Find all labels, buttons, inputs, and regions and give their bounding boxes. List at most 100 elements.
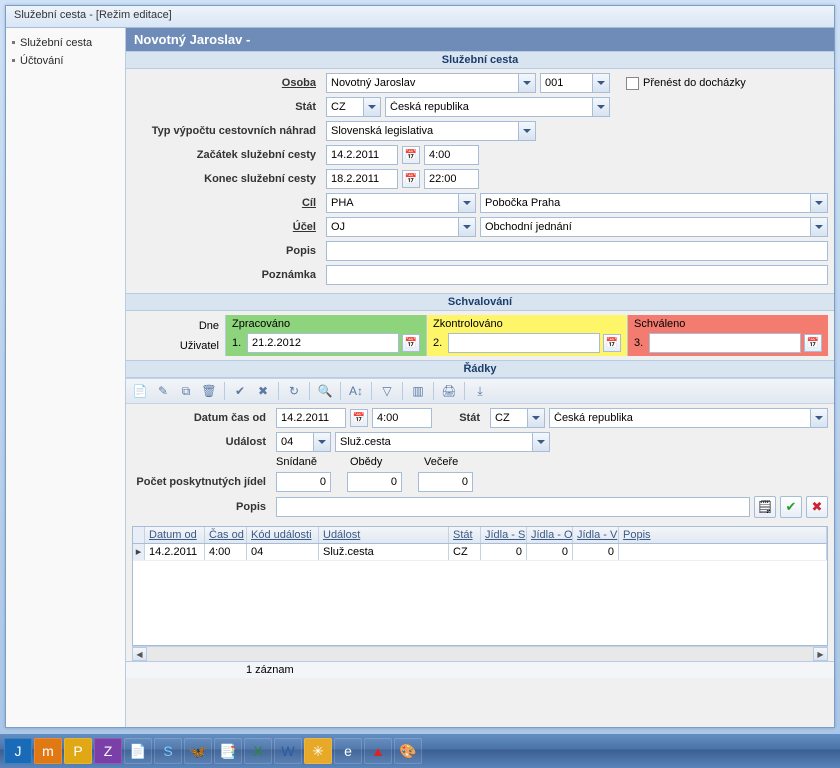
chevron-down-icon[interactable] — [363, 98, 380, 116]
col-datumod[interactable]: Datum od — [145, 527, 205, 543]
separator — [278, 382, 279, 400]
delete-icon[interactable]: 🗑 — [199, 381, 219, 401]
col-stat[interactable]: Stát — [449, 527, 481, 543]
chevron-down-icon[interactable] — [518, 74, 535, 92]
row-popis-input[interactable] — [276, 497, 750, 517]
popis-input[interactable] — [326, 241, 828, 261]
export-icon[interactable]: ⤓ — [470, 381, 490, 401]
stat-name-value: Česká republika — [550, 412, 810, 424]
approval-date-2[interactable] — [448, 333, 600, 353]
osoba-code-combo[interactable]: 001 — [540, 73, 610, 93]
taskbar-app-icon[interactable]: ✳ — [304, 738, 332, 764]
osoba-name-combo[interactable]: Novotný Jaroslav — [326, 73, 536, 93]
calendar-icon[interactable]: 📅 — [402, 170, 420, 188]
refresh-icon[interactable]: ↻ — [284, 381, 304, 401]
scroll-right-icon[interactable]: ▶ — [813, 647, 828, 661]
konec-time-input[interactable] — [424, 169, 479, 189]
zacatek-time-input[interactable] — [424, 145, 479, 165]
ucel-name-combo[interactable]: Obchodní jednání — [480, 217, 828, 237]
prenest-checkbox[interactable] — [626, 77, 639, 90]
konec-date-input[interactable] — [326, 169, 398, 189]
scroll-track[interactable] — [147, 647, 813, 661]
vecere-input[interactable] — [418, 472, 473, 492]
chevron-down-icon[interactable] — [810, 218, 827, 236]
taskbar-app-icon[interactable]: m — [34, 738, 62, 764]
edit-icon[interactable]: ✎ — [153, 381, 173, 401]
calendar-icon[interactable]: 📅 — [350, 409, 368, 427]
col-casod[interactable]: Čas od — [205, 527, 247, 543]
calendar-icon[interactable]: 📅 — [402, 146, 420, 164]
col-js[interactable]: Jídla - S — [481, 527, 527, 543]
cil-code-value: PHA — [327, 197, 458, 209]
taskbar-excel-icon[interactable]: X — [244, 738, 272, 764]
chevron-down-icon[interactable] — [313, 433, 330, 451]
table-row[interactable]: ▸ 14.2.2011 4:00 04 Služ.cesta CZ 0 0 0 — [133, 544, 827, 561]
copy-icon[interactable]: ⧉ — [176, 381, 196, 401]
calendar-icon[interactable]: 📅 — [603, 334, 621, 352]
chevron-down-icon[interactable] — [458, 218, 475, 236]
taskbar-app-icon[interactable]: J — [4, 738, 32, 764]
udalost-code-combo[interactable]: 04 — [276, 432, 331, 452]
taskbar-app-icon[interactable]: 📄 — [124, 738, 152, 764]
cil-code-combo[interactable]: PHA — [326, 193, 476, 213]
chevron-down-icon[interactable] — [592, 98, 609, 116]
sort-icon[interactable]: A↕ — [346, 381, 366, 401]
stat-code-combo[interactable]: CZ — [326, 97, 381, 117]
approval-date-1[interactable] — [247, 333, 399, 353]
udalost-name-combo[interactable]: Služ.cesta — [335, 432, 550, 452]
taskbar-app-icon[interactable]: P — [64, 738, 92, 764]
obedy-input[interactable] — [347, 472, 402, 492]
taskbar-app-icon[interactable]: 🦋 — [184, 738, 212, 764]
approval-num: 1. — [232, 337, 244, 349]
filter-icon[interactable]: ▽ — [377, 381, 397, 401]
print-icon[interactable]: 🖨 — [439, 381, 459, 401]
osoba-name-value: Novotný Jaroslav — [327, 77, 518, 89]
taskbar-app-icon[interactable]: 📑 — [214, 738, 242, 764]
calendar-icon[interactable]: 📅 — [804, 334, 822, 352]
chevron-down-icon[interactable] — [810, 194, 827, 212]
chevron-down-icon[interactable] — [592, 74, 609, 92]
calendar-icon[interactable]: 📅 — [402, 334, 420, 352]
row-stat-name-combo[interactable]: Česká republika — [549, 408, 828, 428]
search-icon[interactable]: 🔍 — [315, 381, 335, 401]
sidebar-item-sluzebni-cesta[interactable]: Služební cesta — [10, 34, 121, 52]
row-datum-input[interactable] — [276, 408, 346, 428]
taskbar-app-icon[interactable]: S — [154, 738, 182, 764]
col-udalost[interactable]: Událost — [319, 527, 449, 543]
cil-name-combo[interactable]: Pobočka Praha — [480, 193, 828, 213]
reject-icon[interactable]: ✖ — [806, 496, 828, 518]
scroll-left-icon[interactable]: ◀ — [132, 647, 147, 661]
taskbar-pdf-icon[interactable]: ▲ — [364, 738, 392, 764]
row-stat-code-combo[interactable]: CZ — [490, 408, 545, 428]
col-kod[interactable]: Kód události — [247, 527, 319, 543]
sidebar-item-uctovani[interactable]: Účtování — [10, 52, 121, 70]
h-scrollbar[interactable]: ◀ ▶ — [132, 646, 828, 661]
cancel-icon[interactable]: ✖ — [253, 381, 273, 401]
col-popis[interactable]: Popis — [619, 527, 827, 543]
stat-name-combo[interactable]: Česká republika — [385, 97, 610, 117]
approval-date-3[interactable] — [649, 333, 801, 353]
confirm-icon[interactable]: ✔ — [780, 496, 802, 518]
col-jo[interactable]: Jídla - O — [527, 527, 573, 543]
taskbar-app-icon[interactable]: 🎨 — [394, 738, 422, 764]
check-icon[interactable]: ✔ — [230, 381, 250, 401]
ucel-code-combo[interactable]: OJ — [326, 217, 476, 237]
chevron-down-icon[interactable] — [532, 433, 549, 451]
poznamka-input[interactable] — [326, 265, 828, 285]
zacatek-date-input[interactable] — [326, 145, 398, 165]
typvypoctu-combo[interactable]: Slovenská legislativa — [326, 121, 536, 141]
chevron-down-icon[interactable] — [518, 122, 535, 140]
chevron-down-icon[interactable] — [810, 409, 827, 427]
col-jv[interactable]: Jídla - V — [573, 527, 619, 543]
row-cas-input[interactable] — [372, 408, 432, 428]
chevron-down-icon[interactable] — [458, 194, 475, 212]
taskbar-word-icon[interactable]: W — [274, 738, 302, 764]
taskbar-app-icon[interactable]: Z — [94, 738, 122, 764]
columns-icon[interactable]: ▥ — [408, 381, 428, 401]
new-icon[interactable]: 📄 — [130, 381, 150, 401]
grid-header: Datum od Čas od Kód události Událost Stá… — [133, 527, 827, 544]
taskbar-ie-icon[interactable]: e — [334, 738, 362, 764]
chevron-down-icon[interactable] — [527, 409, 544, 427]
note-icon[interactable]: 🗒 — [754, 496, 776, 518]
snidane-input[interactable] — [276, 472, 331, 492]
